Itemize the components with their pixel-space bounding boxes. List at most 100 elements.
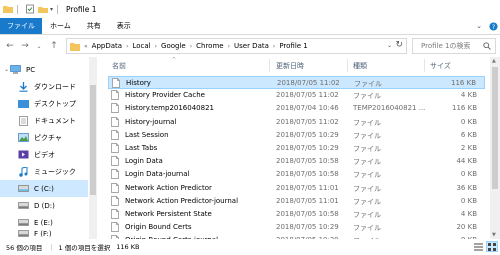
divider bbox=[57, 4, 59, 14]
nav-item-videos[interactable]: ビデオ bbox=[0, 146, 88, 163]
column-header-size[interactable]: サイズ bbox=[430, 57, 480, 74]
nav-item-downloads[interactable]: ダウンロード bbox=[0, 78, 88, 95]
search-placeholder: Profile 1の検索 bbox=[421, 42, 471, 50]
back-arrow-icon[interactable]: ← bbox=[4, 39, 16, 53]
file-type: ファイル bbox=[353, 171, 381, 180]
refresh-icon[interactable]: ↻ bbox=[395, 40, 403, 50]
file-size: 44 KB bbox=[456, 157, 477, 166]
overflow-chevron-icon[interactable]: « bbox=[82, 43, 90, 50]
video-icon bbox=[17, 150, 29, 160]
nav-scrollbar[interactable] bbox=[89, 57, 97, 239]
file-icon bbox=[111, 90, 119, 101]
breadcrumb-local[interactable]: Local bbox=[130, 42, 152, 50]
file-date: 2018/07/05 11:01 bbox=[276, 183, 339, 192]
tab-file[interactable]: ファイル bbox=[0, 18, 42, 34]
scroll-up-icon[interactable]: ▲ bbox=[492, 58, 496, 64]
column-header-date[interactable]: 更新日時 bbox=[276, 57, 346, 74]
tab-view[interactable]: 表示 bbox=[109, 18, 139, 34]
up-arrow-icon[interactable]: ↑ bbox=[48, 39, 60, 53]
file-size: 4 KB bbox=[460, 210, 477, 218]
nav-item-drive-c[interactable]: C (C:) bbox=[0, 180, 88, 197]
breadcrumb-google[interactable]: Google bbox=[159, 42, 188, 50]
file-name: Network Action Predictor bbox=[125, 183, 212, 192]
table-row[interactable]: Origin Bound Certs 2018/07/05 10:29 ファイル 20… bbox=[108, 221, 485, 234]
nav-item-documents[interactable]: ドキュメント bbox=[0, 112, 88, 129]
documents-icon bbox=[17, 115, 29, 126]
column-divider[interactable] bbox=[347, 59, 348, 72]
tab-share[interactable]: 共有 bbox=[79, 18, 109, 34]
table-row[interactable]: History Provider Cache 2018/07/05 11:02 ファ… bbox=[108, 89, 485, 102]
breadcrumb-chrome[interactable]: Chrome bbox=[194, 42, 225, 50]
column-header-type[interactable]: 種類 bbox=[353, 57, 423, 74]
details-view-icon[interactable] bbox=[472, 241, 484, 252]
nav-item-drive-f[interactable]: F (F:) bbox=[0, 228, 88, 239]
table-row[interactable]: Last Session 2018/07/05 10:29 ファイル 6 KB bbox=[108, 129, 485, 142]
breadcrumb-profile-1[interactable]: Profile 1 bbox=[277, 42, 309, 50]
scroll-down-icon[interactable]: ▼ bbox=[492, 232, 496, 238]
ribbon-tabs: ファイル ホーム 共有 表示 ⌄ ? bbox=[0, 18, 500, 35]
file-type: ファイル bbox=[353, 224, 381, 233]
nav-item-label: ドキュメント bbox=[34, 116, 76, 125]
expand-ribbon-icon[interactable]: ⌄ bbox=[472, 18, 486, 34]
new-folder-icon[interactable] bbox=[38, 4, 48, 14]
table-row[interactable]: Login Data 2018/07/05 10:58 ファイル 44 KB bbox=[108, 155, 485, 168]
tab-home[interactable]: ホーム bbox=[42, 18, 79, 34]
nav-scrollbar-thumb[interactable] bbox=[90, 85, 96, 195]
pictures-icon bbox=[17, 133, 29, 143]
table-row[interactable]: History-journal 2018/07/05 11:02 ファイル 0 KB bbox=[108, 116, 485, 129]
nav-item-label: デスクトップ bbox=[34, 99, 76, 108]
nav-item-pictures[interactable]: ピクチャ bbox=[0, 129, 88, 146]
address-dropdown-chevron-icon[interactable]: ⌄ bbox=[387, 42, 392, 49]
file-list: ^ 名前 更新日時 種類 サイズ History 2018/07/05 11:02… bbox=[97, 57, 500, 245]
column-divider[interactable] bbox=[424, 59, 425, 72]
drive-icon bbox=[17, 201, 29, 211]
large-icons-view-icon[interactable] bbox=[486, 241, 498, 252]
file-size: 36 KB bbox=[456, 183, 477, 192]
file-list-scrollbar-thumb[interactable] bbox=[492, 67, 498, 189]
address-bar[interactable]: « AppData › Local › Google › Chrome › Us… bbox=[66, 38, 407, 54]
expanded-chevron-icon[interactable]: ⌄ bbox=[4, 66, 9, 73]
file-type: ファイル bbox=[353, 184, 381, 193]
nav-item-label: C (C:) bbox=[34, 184, 54, 193]
file-type: ファイル bbox=[353, 158, 381, 167]
nav-item-music[interactable]: ミュージック bbox=[0, 163, 88, 180]
column-divider[interactable] bbox=[269, 59, 270, 72]
file-size: 2 KB bbox=[460, 144, 477, 152]
recent-locations-chevron-icon[interactable]: ⌄ bbox=[33, 39, 45, 53]
table-row[interactable]: History.temp2016040821 2018/07/04 10:46 TE… bbox=[108, 102, 485, 115]
file-name: History-journal bbox=[125, 117, 177, 126]
nav-item-pc[interactable]: ⌄ PC bbox=[0, 61, 88, 78]
file-icon bbox=[111, 116, 119, 127]
table-row[interactable]: Last Tabs 2018/07/05 10:29 ファイル 2 KB bbox=[108, 142, 485, 155]
quick-access-chevron-icon[interactable]: ▾ bbox=[50, 6, 53, 13]
breadcrumb-appdata[interactable]: AppData bbox=[90, 42, 124, 50]
column-header-name[interactable]: 名前 bbox=[112, 57, 262, 74]
file-size: 0 KB bbox=[460, 196, 477, 205]
file-name: History Provider Cache bbox=[125, 91, 205, 100]
file-name: History.temp2016040821 bbox=[125, 104, 214, 113]
selection-size: 116 KB bbox=[116, 243, 140, 251]
table-row[interactable]: Network Action Predictor-journal 2018/07/… bbox=[108, 195, 485, 208]
file-type: ファイル bbox=[353, 131, 381, 140]
breadcrumb-user-data[interactable]: User Data bbox=[232, 42, 271, 50]
table-row[interactable]: History 2018/07/05 11:02 ファイル 116 KB bbox=[108, 76, 485, 89]
table-row[interactable]: Login Data-journal 2018/07/05 10:58 ファイル 0 … bbox=[108, 168, 485, 181]
item-count: 56 個の項目 bbox=[6, 244, 43, 252]
help-icon[interactable]: ? bbox=[486, 18, 500, 34]
pc-icon bbox=[9, 65, 21, 75]
divider bbox=[17, 4, 18, 14]
navigation-pane: ⌄ PC ダウンロード デスクトップ ドキュメント ピクチャ ビデオ ミュージッ… bbox=[0, 57, 97, 239]
file-date: 2018/07/05 10:58 bbox=[276, 170, 339, 179]
table-row[interactable]: Network Persistent State 2018/07/05 10:58… bbox=[108, 208, 485, 221]
file-size: 0 KB bbox=[460, 170, 477, 179]
properties-icon[interactable] bbox=[25, 4, 35, 14]
search-input[interactable]: Profile 1の検索 bbox=[412, 38, 496, 54]
table-row[interactable]: Network Action Predictor 2018/07/05 11:01… bbox=[108, 182, 485, 195]
nav-item-label: ピクチャ bbox=[34, 133, 62, 142]
nav-item-drive-d[interactable]: D (D:) bbox=[0, 197, 88, 214]
file-list-scrollbar[interactable]: ▲ ▼ bbox=[490, 57, 500, 239]
file-name: Last Session bbox=[125, 130, 169, 139]
forward-arrow-icon[interactable]: → bbox=[19, 39, 31, 53]
file-date: 2018/07/04 10:46 bbox=[276, 104, 339, 113]
nav-item-desktop[interactable]: デスクトップ bbox=[0, 95, 88, 112]
